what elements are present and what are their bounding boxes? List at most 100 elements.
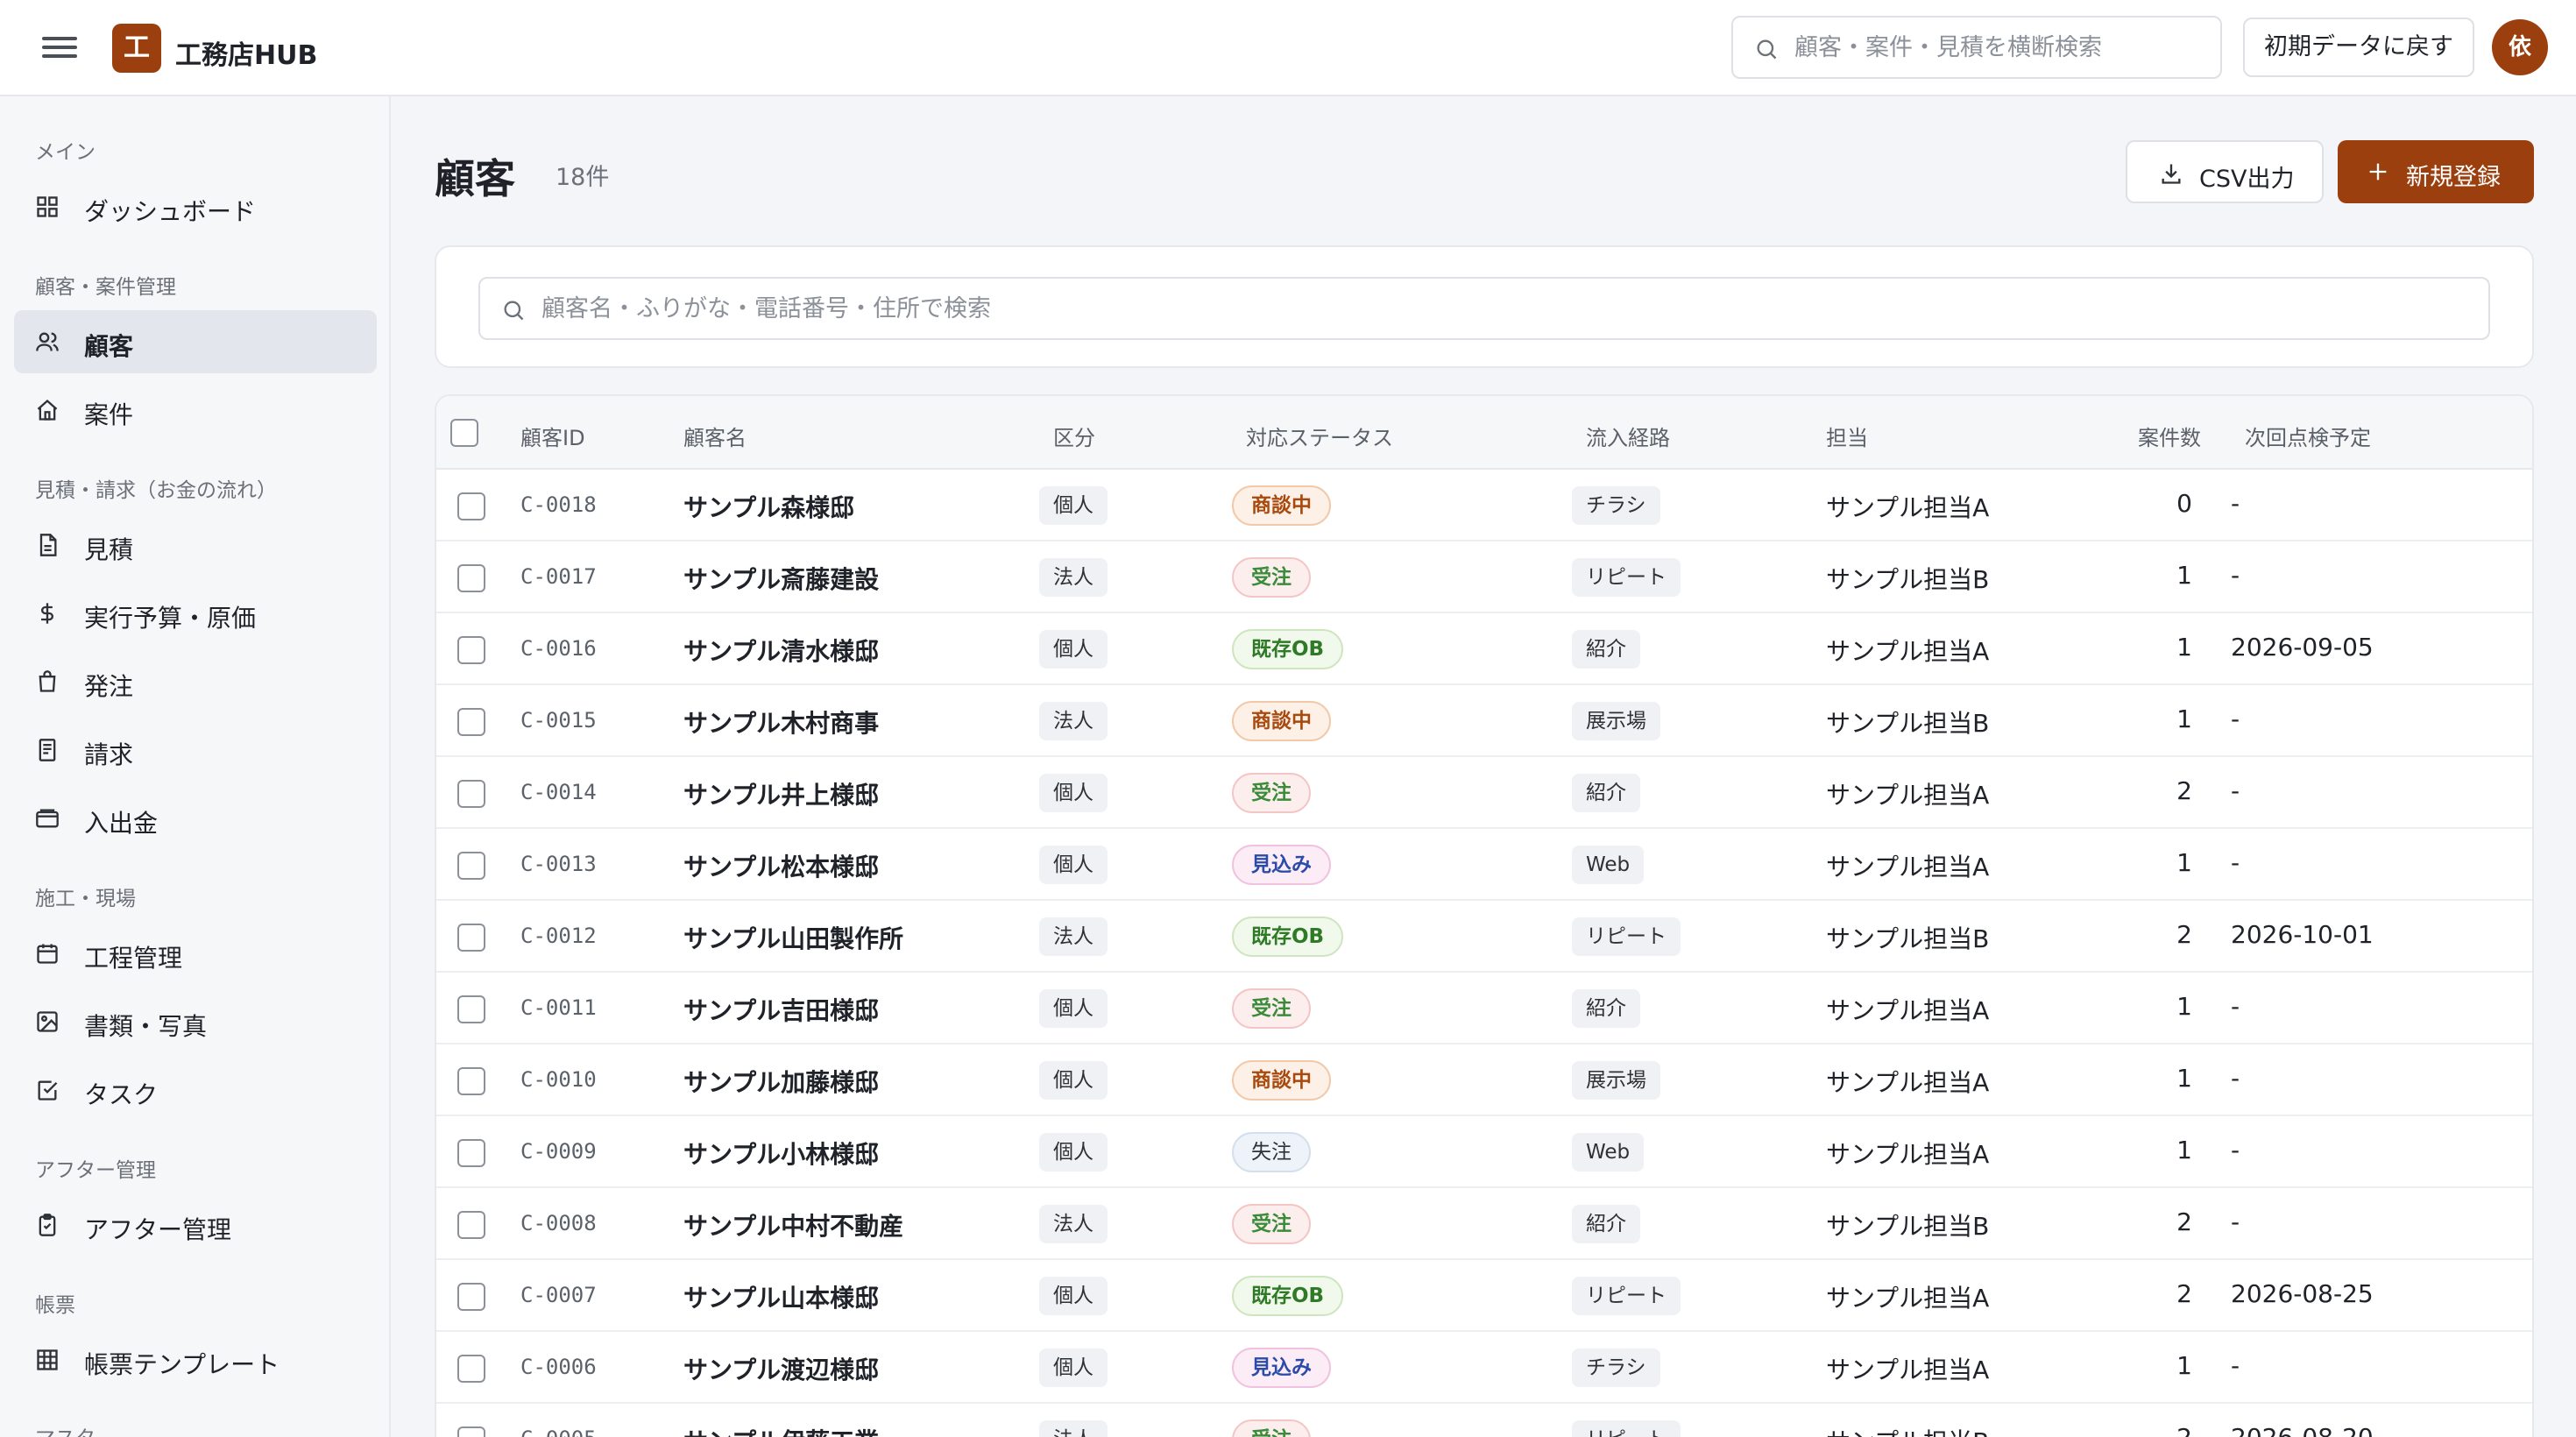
customer-search[interactable] bbox=[478, 277, 2490, 340]
search-icon bbox=[1757, 39, 1777, 60]
sidebar-item-projects[interactable]: 案件 bbox=[14, 379, 377, 442]
source-tag: 展示場 bbox=[1572, 1061, 1660, 1100]
row-checkbox[interactable] bbox=[457, 780, 485, 808]
column-header[interactable]: 流入経路 bbox=[1586, 421, 1670, 451]
sidebar-item-dashboard[interactable]: ダッシュボード bbox=[14, 175, 377, 238]
table-row[interactable]: C-0013 サンプル松本様邸 個人 見込み Web サンプル担当A 1 - bbox=[436, 829, 2532, 901]
table-row[interactable]: C-0010 サンプル加藤様邸 個人 商談中 展示場 サンプル担当A 1 - bbox=[436, 1044, 2532, 1116]
sidebar-item-label: 見積 bbox=[84, 535, 134, 564]
customer-id: C-0012 bbox=[520, 924, 597, 948]
customer-id: C-0007 bbox=[520, 1283, 597, 1307]
customer-name[interactable]: サンプル小林様邸 bbox=[683, 1136, 879, 1171]
table-row[interactable]: C-0012 サンプル山田製作所 法人 既存OB リピート サンプル担当B 2 2026-10… bbox=[436, 901, 2532, 973]
sidebar-item-templates[interactable]: 帳票テンプレート bbox=[14, 1328, 377, 1391]
column-header[interactable]: 案件数 bbox=[2138, 421, 2201, 451]
next-inspection: 2026-10-01 bbox=[2231, 920, 2374, 949]
table-row[interactable]: C-0005 サンプル伊藤工業 法人 受注 リピート サンプル担当B 2 2026-08-20 bbox=[436, 1404, 2532, 1437]
receipt-icon bbox=[39, 739, 56, 761]
sidebar-item-schedule[interactable]: 工程管理 bbox=[14, 922, 377, 985]
table-row[interactable]: C-0009 サンプル小林様邸 個人 失注 Web サンプル担当A 1 - bbox=[436, 1116, 2532, 1188]
customer-id: C-0017 bbox=[520, 564, 597, 589]
customer-name[interactable]: サンプル渡辺様邸 bbox=[683, 1351, 879, 1386]
customer-name[interactable]: サンプル山本様邸 bbox=[683, 1279, 879, 1314]
category-tag: 個人 bbox=[1039, 1061, 1108, 1100]
next-inspection: 2026-08-20 bbox=[2231, 1423, 2374, 1437]
customer-name[interactable]: サンプル木村商事 bbox=[683, 704, 879, 740]
global-search-input[interactable] bbox=[1794, 30, 2206, 65]
row-checkbox[interactable] bbox=[457, 1355, 485, 1383]
row-checkbox[interactable] bbox=[457, 995, 485, 1023]
customer-name[interactable]: サンプル斎藤建設 bbox=[683, 561, 879, 596]
column-header[interactable]: 顧客ID bbox=[520, 421, 585, 451]
source-tag: リピート bbox=[1572, 1277, 1681, 1315]
sidebar-item-customers[interactable]: 顧客 bbox=[14, 310, 377, 373]
sidebar-item-budget[interactable]: 実行予算・原価 bbox=[14, 582, 377, 645]
sidebar-item-payments[interactable]: 入出金 bbox=[14, 787, 377, 850]
customer-name[interactable]: サンプル加藤様邸 bbox=[683, 1064, 879, 1099]
sidebar-item-tasks[interactable]: タスク bbox=[14, 1058, 377, 1122]
table-row[interactable]: C-0011 サンプル吉田様邸 個人 受注 紹介 サンプル担当A 1 - bbox=[436, 973, 2532, 1044]
row-checkbox[interactable] bbox=[457, 1211, 485, 1239]
customer-name[interactable]: サンプル森様邸 bbox=[683, 489, 854, 524]
customer-id: C-0010 bbox=[520, 1067, 597, 1092]
table-row[interactable]: C-0015 サンプル木村商事 法人 商談中 展示場 サンプル担当B 1 - bbox=[436, 685, 2532, 757]
status-badge: 既存OB bbox=[1232, 629, 1344, 669]
customer-name[interactable]: サンプル松本様邸 bbox=[683, 848, 879, 883]
new-customer-button[interactable]: 新規登録 bbox=[2338, 140, 2534, 203]
table-row[interactable]: C-0016 サンプル清水様邸 個人 既存OB 紹介 サンプル担当A 1 2026-09-05 bbox=[436, 613, 2532, 685]
row-checkbox[interactable] bbox=[457, 564, 485, 592]
row-checkbox[interactable] bbox=[457, 1067, 485, 1095]
check-square-icon bbox=[38, 1080, 58, 1101]
row-checkbox[interactable] bbox=[457, 1283, 485, 1311]
source-tag: リピート bbox=[1572, 1420, 1681, 1437]
row-checkbox[interactable] bbox=[457, 852, 485, 880]
sidebar-group-label: マスタ bbox=[35, 1421, 96, 1437]
customer-name[interactable]: サンプル清水様邸 bbox=[683, 633, 879, 668]
reset-data-button[interactable]: 初期データに戻す bbox=[2243, 18, 2474, 77]
page-title: 顧客 bbox=[435, 155, 515, 202]
menu-icon[interactable] bbox=[42, 32, 77, 63]
csv-export-button[interactable]: CSV出力 bbox=[2126, 140, 2324, 203]
sidebar-item-billing[interactable]: 請求 bbox=[14, 718, 377, 782]
column-header[interactable]: 担当 bbox=[1826, 421, 1868, 451]
source-tag: 紹介 bbox=[1572, 630, 1640, 669]
row-checkbox[interactable] bbox=[457, 1426, 485, 1437]
row-checkbox[interactable] bbox=[457, 1139, 485, 1167]
table-row[interactable]: C-0007 サンプル山本様邸 個人 既存OB リピート サンプル担当A 2 2026-08-… bbox=[436, 1260, 2532, 1332]
row-checkbox[interactable] bbox=[457, 636, 485, 664]
table-row[interactable]: C-0008 サンプル中村不動産 法人 受注 紹介 サンプル担当B 2 - bbox=[436, 1188, 2532, 1260]
sidebar-item-estimates[interactable]: 見積 bbox=[14, 513, 377, 577]
column-header[interactable]: 対応ステータス bbox=[1246, 421, 1393, 451]
status-badge: 受注 bbox=[1232, 557, 1311, 598]
table-header: 顧客ID 顧客名 区分 対応ステータス 流入経路 担当 案件数 次回点検予定 bbox=[436, 396, 2532, 470]
table-row[interactable]: C-0017 サンプル斎藤建設 法人 受注 リピート サンプル担当B 1 - bbox=[436, 542, 2532, 613]
column-header[interactable]: 次回点検予定 bbox=[2245, 421, 2371, 451]
avatar[interactable]: 依 bbox=[2492, 19, 2548, 75]
sidebar-group-label: メイン bbox=[35, 141, 96, 164]
table-row[interactable]: C-0014 サンプル井上様邸 個人 受注 紹介 サンプル担当A 2 - bbox=[436, 757, 2532, 829]
customer-search-input[interactable] bbox=[541, 291, 2469, 326]
sidebar-item-documents[interactable]: 書類・写真 bbox=[14, 990, 377, 1053]
customer-id: C-0005 bbox=[520, 1426, 597, 1437]
column-header[interactable]: 顧客名 bbox=[683, 421, 747, 451]
sidebar-item-after[interactable]: アフター管理 bbox=[14, 1193, 377, 1256]
row-checkbox[interactable] bbox=[457, 708, 485, 736]
case-count: 1 bbox=[2176, 992, 2192, 1021]
column-header[interactable]: 区分 bbox=[1053, 421, 1095, 451]
sidebar-item-orders[interactable]: 発注 bbox=[14, 650, 377, 713]
customer-name[interactable]: サンプル中村不動産 bbox=[683, 1207, 903, 1242]
customer-name[interactable]: サンプル伊藤工業 bbox=[683, 1423, 879, 1437]
row-checkbox[interactable] bbox=[457, 924, 485, 952]
row-checkbox[interactable] bbox=[457, 492, 485, 520]
category-tag: 個人 bbox=[1039, 1277, 1108, 1315]
calendar-icon bbox=[37, 944, 58, 964]
customer-name[interactable]: サンプル山田製作所 bbox=[683, 920, 903, 955]
table-row[interactable]: C-0006 サンプル渡辺様邸 個人 見込み チラシ サンプル担当A 1 - bbox=[436, 1332, 2532, 1404]
customer-name[interactable]: サンプル井上様邸 bbox=[683, 776, 879, 811]
table-row[interactable]: C-0018 サンプル森様邸 個人 商談中 チラシ サンプル担当A 0 - bbox=[436, 470, 2532, 542]
status-badge: 商談中 bbox=[1232, 1060, 1331, 1101]
customer-name[interactable]: サンプル吉田様邸 bbox=[683, 992, 879, 1027]
sidebar: メイン ダッシュボード 顧客・案件管理 顧客 案件 見積・請求（お金の流れ） 見… bbox=[0, 96, 391, 1437]
select-all-checkbox[interactable] bbox=[450, 419, 478, 447]
global-search[interactable] bbox=[1731, 16, 2222, 79]
